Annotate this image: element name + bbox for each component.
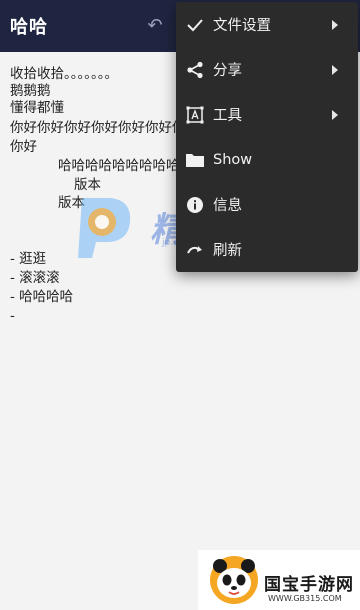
folder-icon xyxy=(184,149,206,171)
editor-line: - 哈哈哈哈 xyxy=(10,289,74,305)
menu-item-refresh[interactable]: 刷新 xyxy=(176,227,358,272)
chevron-right-icon xyxy=(332,64,338,75)
overflow-menu: 文件设置 分享 工具 Show 信息 刷新 xyxy=(176,2,358,272)
menu-item-label: Show xyxy=(213,151,253,168)
check-icon xyxy=(184,14,206,36)
undo-icon[interactable]: ↶ xyxy=(140,14,170,38)
editor-line: 你好你好你好你好你好你好你 xyxy=(10,120,186,136)
menu-item-label: 分享 xyxy=(213,63,242,79)
menu-item-label: 刷新 xyxy=(213,243,242,259)
menu-item-label: 工具 xyxy=(213,108,242,124)
logo-url: WWW.GB315.COM xyxy=(268,594,342,603)
menu-item-tools[interactable]: 工具 xyxy=(176,92,358,137)
menu-item-info[interactable]: 信息 xyxy=(176,182,358,227)
editor-line: - xyxy=(10,308,15,324)
panda-logo-icon xyxy=(210,556,258,604)
chevron-right-icon xyxy=(332,19,338,30)
editor-line: 懂得都懂 xyxy=(10,100,64,116)
watermark-logo-icon xyxy=(78,198,131,258)
tools-icon xyxy=(184,104,206,126)
menu-item-share[interactable]: 分享 xyxy=(176,47,358,92)
logo-title: 国宝手游网 xyxy=(264,575,354,595)
site-logo: 国宝手游网 WWW.GB315.COM xyxy=(198,550,360,610)
refresh-icon xyxy=(184,239,206,261)
page-title: 哈哈 xyxy=(10,17,48,38)
editor-line: 哈哈哈哈哈哈哈哈哈 xyxy=(58,158,180,174)
chevron-right-icon xyxy=(332,109,338,120)
menu-item-label: 信息 xyxy=(213,198,242,214)
info-icon xyxy=(184,194,206,216)
editor-line: - 滚滚滚 xyxy=(10,270,60,286)
editor-line: 收拾收拾。。。。。。。 xyxy=(10,66,118,82)
share-icon xyxy=(184,59,206,81)
menu-item-label: 文件设置 xyxy=(213,18,271,34)
editor-line: - 逛逛 xyxy=(10,251,47,267)
editor-line: 鹅鹅鹅 xyxy=(10,83,51,99)
editor-line: 你好 xyxy=(10,139,37,155)
menu-item-show[interactable]: Show xyxy=(176,137,358,182)
menu-item-file-settings[interactable]: 文件设置 xyxy=(176,2,358,47)
